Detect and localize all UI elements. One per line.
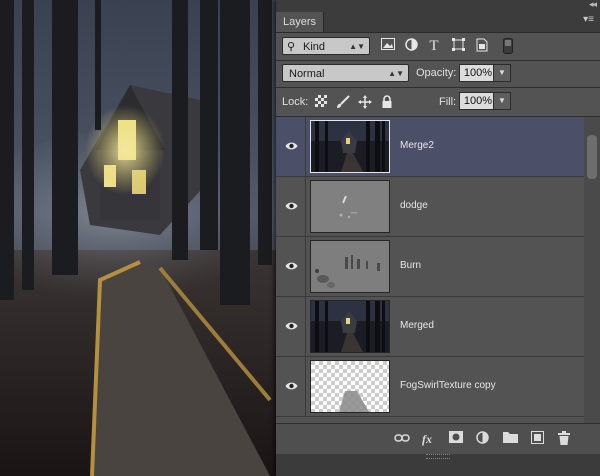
- panel-tab-row: Layers ▾≡: [276, 10, 600, 33]
- search-icon: ⚲: [287, 41, 296, 53]
- shape-filter-icon[interactable]: [450, 38, 466, 54]
- fx-icon[interactable]: fx: [419, 431, 435, 447]
- layers-bottom-toolbar: fx: [276, 423, 600, 454]
- smart-object-filter-icon[interactable]: [474, 38, 490, 54]
- filter-toggle-icon[interactable]: [500, 38, 516, 54]
- eye-icon: [285, 202, 298, 210]
- panel-title-strip: ◂◂: [276, 0, 600, 10]
- link-layers-icon[interactable]: [394, 431, 410, 447]
- resize-grip-icon[interactable]: [426, 454, 450, 459]
- layer-name[interactable]: Merged: [400, 319, 434, 333]
- lock-move-icon[interactable]: [358, 95, 372, 109]
- add-mask-icon[interactable]: [448, 431, 464, 447]
- visibility-toggle[interactable]: [276, 297, 306, 357]
- adjustment-layer-icon[interactable]: [474, 431, 490, 447]
- layer-row-dodge[interactable]: dodge: [276, 177, 584, 237]
- eye-icon: [285, 142, 298, 150]
- adjustment-filter-icon[interactable]: [403, 38, 419, 54]
- layer-name[interactable]: Burn: [400, 259, 421, 273]
- new-layer-icon[interactable]: [529, 431, 545, 447]
- panel-menu-icon[interactable]: ▾≡: [583, 14, 594, 25]
- opacity-label: Opacity:: [416, 67, 457, 79]
- fill-slider-arrow-icon[interactable]: ▼: [493, 92, 511, 110]
- fill-label: Fill:: [439, 96, 457, 108]
- collapse-panel-icon[interactable]: ◂◂: [589, 0, 597, 10]
- divider: [276, 60, 600, 61]
- layer-row-burn[interactable]: Burn: [276, 237, 584, 297]
- lock-paint-icon[interactable]: [336, 95, 350, 109]
- delete-layer-icon[interactable]: [556, 431, 572, 447]
- layers-panel: ◂◂ Layers ▾≡ ⚲ Kind ▲▼ T Normal ▲▼ Opaci…: [276, 0, 600, 476]
- layer-row-merge2[interactable]: Merge2: [276, 117, 584, 177]
- layer-row-fogswirltexture-copy[interactable]: FogSwirlTexture copy: [276, 357, 584, 417]
- visibility-toggle[interactable]: [276, 357, 306, 417]
- eye-icon: [285, 262, 298, 270]
- opacity-input[interactable]: 100%: [459, 64, 497, 82]
- eye-icon: [285, 322, 298, 330]
- layer-thumbnail[interactable]: [310, 360, 390, 413]
- layer-name[interactable]: dodge: [400, 199, 428, 213]
- layers-list: Merge2 dodge Burn Merged FogSwirlTexture…: [276, 117, 584, 423]
- layers-scrollbar[interactable]: [584, 117, 600, 423]
- layer-thumbnail[interactable]: [310, 180, 390, 233]
- blend-mode-label: Normal: [289, 68, 325, 80]
- layer-row-merged[interactable]: Merged: [276, 297, 584, 357]
- image-filter-icon[interactable]: [380, 38, 396, 54]
- lock-transparent-icon[interactable]: [314, 95, 328, 109]
- blend-mode-dropdown[interactable]: Normal ▲▼: [282, 64, 409, 82]
- layer-thumbnail[interactable]: [310, 120, 390, 173]
- visibility-toggle[interactable]: [276, 117, 306, 177]
- visibility-toggle[interactable]: [276, 237, 306, 297]
- panel-footer: [276, 454, 600, 476]
- fill-input[interactable]: 100%: [459, 92, 497, 110]
- visibility-toggle[interactable]: [276, 177, 306, 237]
- filter-kind-dropdown[interactable]: ⚲ Kind ▲▼: [282, 37, 370, 55]
- filter-kind-label: Kind: [303, 41, 326, 53]
- eye-icon: [285, 382, 298, 390]
- lock-all-icon[interactable]: [380, 95, 394, 109]
- layer-thumbnail[interactable]: [310, 240, 390, 293]
- dropdown-arrow-icon: ▲▼: [388, 69, 404, 78]
- opacity-slider-arrow-icon[interactable]: ▼: [493, 64, 511, 82]
- divider: [276, 87, 600, 88]
- tab-layers[interactable]: Layers: [276, 12, 325, 32]
- type-filter-icon[interactable]: T: [426, 38, 442, 54]
- layer-name[interactable]: Merge2: [400, 139, 434, 153]
- layer-name[interactable]: FogSwirlTexture copy: [400, 379, 496, 393]
- lock-label: Lock:: [282, 96, 309, 108]
- dropdown-arrow-icon: ▲▼: [349, 42, 365, 51]
- new-group-icon[interactable]: [502, 431, 518, 447]
- layer-thumbnail[interactable]: [310, 300, 390, 353]
- scrollbar-thumb[interactable]: [587, 135, 597, 179]
